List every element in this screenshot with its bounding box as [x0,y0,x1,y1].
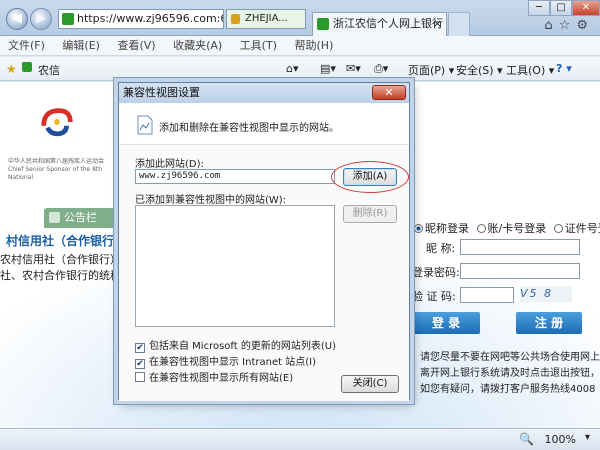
safety-menu[interactable]: 安全(S) ▾ [456,62,503,78]
menu-edit[interactable]: 编辑(E) [55,36,107,56]
radio-label: 证件号登 [564,222,600,235]
tip-line: 请您尽量不要在网吧等公共场合使用网上银 [420,352,600,363]
help-menu[interactable]: ? ▾ [556,62,572,75]
checkbox-all-sites[interactable]: 在兼容性视图中显示所有网站(E) [135,369,293,384]
checkbox-microsoft-list[interactable]: ✔ 包括来自 Microsoft 的更新的网站列表(U) [135,337,336,353]
menu-favorites[interactable]: 收藏夹(A) [166,36,229,56]
menu-tools[interactable]: 工具(T) [233,36,284,56]
maximize-button[interactable]: □ [550,0,572,16]
added-sites-label: 已添加到兼容性视图中的网站(W): [135,195,287,206]
feeds-icon[interactable]: ▤▾ [320,62,336,75]
window-close-button[interactable]: ✕ [572,0,600,16]
nickname-input[interactable] [460,239,580,255]
games-logo-icon [41,108,73,137]
radio-label: 昵称登录 [425,222,469,235]
dialog-title: 兼容性视图设置 [123,86,200,99]
notice-board-header: 公告栏 [44,208,124,228]
remove-button[interactable]: 删除(R) [343,205,397,223]
logo-caption: 中华人民共和国第八届残疾人运动会 Chief Senior Sponsor of… [8,158,105,181]
print-icon[interactable]: ⎙▾ [374,62,388,76]
dialog-close-icon[interactable]: ✕ [372,85,406,100]
command-bar: ★ 农信 ⌂▾ ▤▾ ✉▾ ⎙▾ 页面(P) ▾ 安全(S) ▾ 工具(O) ▾… [0,57,600,81]
captcha-input[interactable] [460,287,514,303]
tab-close-icon[interactable]: × [433,13,442,35]
tab-active[interactable]: 浙江农信个人网上银行 欢... × [312,12,447,36]
home-icon[interactable]: ⌂ [544,18,558,33]
radio-nickname[interactable] [414,224,423,233]
zoom-level[interactable]: 100% [545,433,576,446]
compat-page-icon [137,115,153,135]
add-button[interactable]: 添加(A) [343,168,397,186]
checkbox-unchecked-icon[interactable] [135,372,145,382]
checkbox-label: 在兼容性视图中显示 Intranet 站点(I) [149,357,316,368]
radio-account[interactable] [476,224,486,233]
compat-view-dialog: 兼容性视图设置 ✕ 添加和删除在兼容性视图中显示的网站。 添加此网站(D): w… [118,82,410,401]
chevron-down-icon[interactable]: ▾ [585,432,590,443]
body-line: 社、农村合作银行的统称。 [0,269,132,282]
back-arrow-icon: ◀ [12,11,22,26]
checkbox-checked-icon[interactable]: ✔ [135,359,145,369]
menu-view[interactable]: 查看(V) [110,36,162,56]
minimize-button[interactable]: ─ [528,0,550,16]
zoom-icon: 🔍 [519,432,534,446]
checkbox-intranet[interactable]: ✔ 在兼容性视图中显示 Intranet 站点(I) [135,353,316,369]
body-line: 农村信用社（合作银行）是 [0,253,132,266]
favorite-site-icon [22,62,32,72]
page-menu[interactable]: 页面(P) ▾ [408,62,454,78]
menu-bar: 文件(F) 编辑(E) 查看(V) 收藏夹(A) 工具(T) 帮助(H) [0,36,600,56]
register-button[interactable]: 注 册 [516,312,582,334]
captcha-image[interactable]: V5 8 [520,286,572,302]
page-body: 农村信用社（合作银行）是 社、农村合作银行的统称。 [0,252,132,284]
radio-id-card[interactable] [553,224,563,233]
new-tab-button[interactable] [448,12,470,36]
dialog-header: 添加和删除在兼容性视图中显示的网站。 [119,103,409,145]
menu-file[interactable]: 文件(F) [0,36,52,56]
tab-favicon-icon [317,18,329,30]
checkbox-label: 包括来自 Microsoft 的更新的网站列表(U) [149,341,336,352]
checkbox-label: 在兼容性视图中显示所有网站(E) [149,373,294,384]
nickname-label: 昵 称: [426,242,456,255]
browser-titlebar: ◀ ▶ https://www.zj96596.com:68 ZHEJIA...… [0,0,600,36]
tools-menu[interactable]: 工具(O) ▾ [506,62,554,78]
checkbox-checked-icon[interactable]: ✔ [135,343,145,353]
tab-title: 浙江农信个人网上银行 欢... [333,17,446,30]
forward-arrow-icon: ▶ [36,11,46,26]
security-identity-badge[interactable]: ZHEJIA... [226,9,306,29]
tip-line: 离开网上银行系统请及时点击退出按钮， [420,368,600,379]
gear-icon[interactable]: ⚙ [576,18,594,33]
favorites-star-icon[interactable]: ☆ [559,18,577,33]
tip-line: 如您有疑问，请拨打客户服务热线4008 [420,384,596,395]
toolbar-icons: ⌂☆⚙ [544,18,594,33]
forward-button[interactable]: ▶ [30,8,52,30]
security-identity-label: ZHEJIA... [245,13,288,24]
added-sites-list[interactable] [135,205,335,327]
favorite-site-link[interactable]: 农信 [38,62,60,78]
site-favicon-icon [62,13,74,25]
login-mode-selector: 昵称登录 账/卡号登录 证件号登 [410,220,600,236]
notice-title: 公告栏 [64,211,97,224]
home-cmd-icon[interactable]: ⌂▾ [286,62,299,75]
password-label: 登录密码: [412,266,460,279]
radio-label: 账/卡号登录 [487,222,547,235]
password-input[interactable] [460,263,580,279]
menu-help[interactable]: 帮助(H) [288,36,341,56]
lock-icon [231,14,240,24]
speaker-icon [49,212,60,223]
address-text: https://www.zj96596.com:68 [77,12,224,25]
dialog-body: 添加和删除在兼容性视图中显示的网站。 添加此网站(D): www.zj96596… [119,103,409,401]
address-bar[interactable]: https://www.zj96596.com:68 [58,9,224,29]
dialog-description: 添加和删除在兼容性视图中显示的网站。 [159,123,339,134]
captcha-label: 验 证 码: [412,290,456,303]
favorites-star-icon[interactable]: ★ [6,62,17,76]
dialog-titlebar[interactable]: 兼容性视图设置 ✕ [119,83,409,103]
add-site-label: 添加此网站(D): [135,159,204,170]
page-headline: 村信用社（合作银行） [6,234,127,248]
mail-icon[interactable]: ✉▾ [346,62,361,75]
back-button[interactable]: ◀ [6,8,28,30]
status-bar: 🔍 100% ▾ [0,428,600,450]
close-button[interactable]: 关闭(C) [341,375,399,393]
add-site-input[interactable]: www.zj96596.com [135,169,335,184]
login-button[interactable]: 登 录 [412,312,480,334]
